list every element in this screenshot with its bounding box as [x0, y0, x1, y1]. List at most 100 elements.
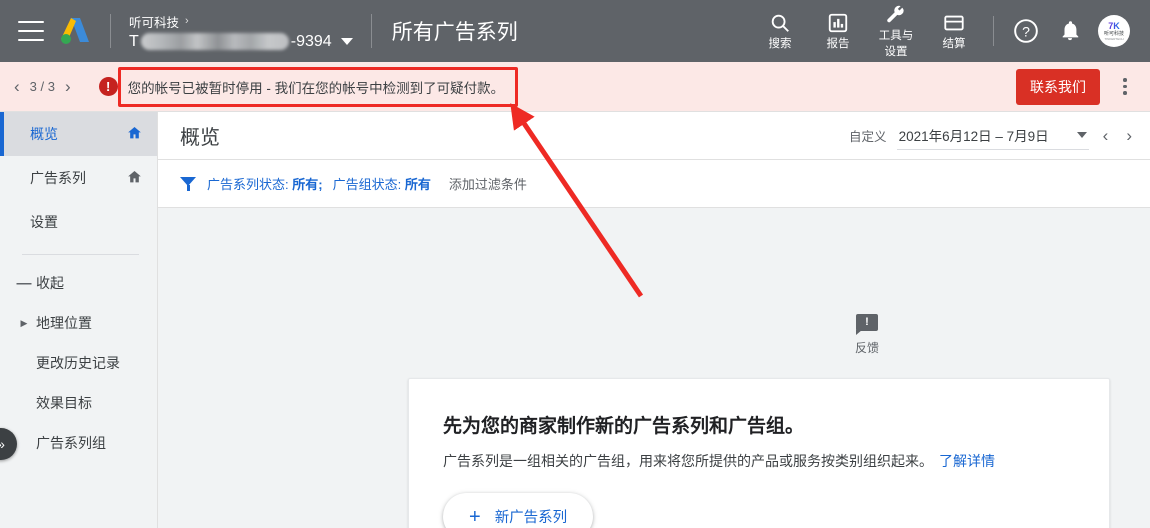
- alert-message-group: ! 您的帐号已被暂时停用 - 我们在您的帐号中检测到了可疑付款。: [89, 73, 515, 101]
- avatar-initials: 7K: [1108, 21, 1120, 31]
- card-description: 广告系列是一组相关的广告组，用来将您所提供的产品或服务按类别组织起来。: [443, 453, 933, 469]
- alert-message: 您的帐号已被暂时停用 - 我们在您的帐号中检测到了可疑付款。: [127, 80, 505, 96]
- divider: [370, 14, 372, 48]
- reports-bar-chart-icon: [827, 11, 849, 35]
- date-next-button[interactable]: ›: [1122, 126, 1136, 146]
- billing-label: 结算: [942, 38, 966, 50]
- date-range-text: 2021年6月12日 – 7月9日: [898, 129, 1049, 144]
- sidebar-item-locations[interactable]: ▶ 地理位置: [0, 303, 157, 343]
- chevron-down-icon[interactable]: [1076, 132, 1087, 138]
- card-description-row: 广告系列是一组相关的广告组，用来将您所提供的产品或服务按类别组织起来。 了解详情: [443, 451, 1075, 471]
- sidebar-item-label: 地理位置: [36, 315, 92, 331]
- empty-state-card: 先为您的商家制作新的广告系列和广告组。 广告系列是一组相关的广告组，用来将您所提…: [408, 378, 1110, 528]
- top-app-bar: 听可科技 › T -9394 所有广告系列 搜索 报告 工具与 设置 结算 ? …: [0, 0, 1150, 62]
- svg-text:?: ?: [1022, 23, 1030, 39]
- redacted-account-id: [140, 33, 289, 50]
- sidebar-item-label: 广告系列组: [36, 435, 106, 451]
- sidebar-item-campaigns[interactable]: 广告系列: [0, 156, 157, 200]
- left-nav-sidebar: 概览 广告系列 设置 — 收起 ▶ 地理位置 更改历史记录 效果目标 广告系列组: [0, 112, 158, 528]
- avatar-sub2: TINKERTECH: [1104, 37, 1124, 41]
- error-exclamation-icon: !: [98, 77, 118, 96]
- sidebar-item-label: 设置: [30, 214, 58, 230]
- filter-adgroup-status[interactable]: 广告组状态: 所有: [333, 174, 431, 193]
- chevron-right-icon: ›: [185, 15, 189, 27]
- feedback-icon: !: [856, 314, 878, 335]
- filter-bar: 广告系列状态: 所有; 广告组状态: 所有 添加过滤条件: [158, 160, 1150, 208]
- plus-icon: +: [469, 505, 481, 528]
- alert-next-button[interactable]: ›: [65, 78, 71, 95]
- notifications-button[interactable]: [1048, 0, 1092, 62]
- date-range-value[interactable]: 2021年6月12日 – 7月9日: [896, 121, 1089, 150]
- search-button[interactable]: 搜索: [751, 0, 809, 62]
- minus-icon: —: [16, 274, 32, 292]
- search-icon: [769, 11, 791, 35]
- google-ads-logo: [58, 15, 92, 47]
- alert-pager: ‹ 3 / 3 ›: [14, 78, 71, 95]
- new-campaign-button[interactable]: + 新广告系列: [443, 493, 594, 528]
- sidebar-item-label: 更改历史记录: [36, 355, 120, 371]
- filter-key: 广告系列状态:: [207, 177, 289, 192]
- filter-funnel-icon[interactable]: [180, 176, 197, 191]
- sidebar-item-performance-targets[interactable]: 效果目标: [0, 383, 157, 423]
- help-button[interactable]: ?: [1004, 0, 1048, 62]
- sidebar-item-change-history[interactable]: 更改历史记录: [0, 343, 157, 383]
- sidebar-item-collapse[interactable]: — 收起: [0, 263, 157, 303]
- avatar: 7K 听可科技 TINKERTECH: [1098, 15, 1130, 47]
- sidebar-item-label: 效果目标: [36, 395, 92, 411]
- manager-account-row[interactable]: 听可科技 ›: [129, 12, 353, 31]
- sidebar-divider: [22, 254, 139, 255]
- feedback-label: 反馈: [855, 341, 880, 355]
- sidebar-item-label: 广告系列: [30, 170, 86, 186]
- home-icon[interactable]: [126, 169, 143, 188]
- main-content: 概览 自定义 2021年6月12日 – 7月9日 ‹ › 广告系列状态: 所有;…: [158, 112, 1150, 528]
- content-canvas: ! 反馈 先为您的商家制作新的广告系列和广告组。 广告系列是一组相关的广告组，用…: [158, 208, 1150, 528]
- hamburger-menu-icon[interactable]: [18, 21, 44, 41]
- new-campaign-label: 新广告系列: [494, 510, 568, 526]
- google-ads-app: 听可科技 › T -9394 所有广告系列 搜索 报告 工具与 设置 结算 ? …: [0, 0, 1150, 528]
- divider: [993, 16, 994, 46]
- account-id-prefix: T: [129, 32, 139, 50]
- top-bar-actions: 搜索 报告 工具与 设置 结算 ? 7K 听可科技 TINKERTECH: [751, 0, 1150, 62]
- card-heading: 先为您的商家制作新的广告系列和广告组。: [443, 416, 805, 437]
- wrench-tools-icon: [885, 3, 907, 27]
- home-icon[interactable]: [126, 125, 143, 144]
- feedback-button[interactable]: ! 反馈: [855, 314, 879, 356]
- filter-value: 所有: [404, 177, 431, 192]
- add-filter-button[interactable]: 添加过滤条件: [449, 174, 527, 193]
- account-id-suffix: -9394: [290, 32, 332, 50]
- billing-card-icon: [942, 11, 966, 35]
- sidebar-item-label: 概览: [30, 126, 58, 142]
- account-id-row[interactable]: T -9394: [129, 33, 353, 51]
- sidebar-item-label: 收起: [36, 275, 64, 291]
- alert-pager-count: 3 / 3: [29, 79, 55, 94]
- contact-us-button[interactable]: 联系我们: [1016, 68, 1100, 105]
- chevron-down-icon[interactable]: [340, 38, 353, 45]
- triangle-right-icon[interactable]: ▶: [14, 318, 34, 329]
- page-title: 所有广告系列: [391, 21, 518, 44]
- reports-button[interactable]: 报告: [809, 0, 867, 62]
- date-range-label: 自定义: [849, 130, 887, 144]
- sidebar-item-campaign-groups[interactable]: 广告系列组: [0, 423, 157, 463]
- filter-key: 广告组状态:: [332, 177, 402, 192]
- alert-prev-button[interactable]: ‹: [14, 78, 20, 95]
- account-avatar-button[interactable]: 7K 听可科技 TINKERTECH: [1092, 0, 1136, 62]
- tools-settings-button[interactable]: 工具与 设置: [867, 0, 925, 62]
- date-range-selector[interactable]: 自定义 2021年6月12日 – 7月9日 ‹ ›: [849, 121, 1136, 150]
- search-label: 搜索: [768, 38, 792, 50]
- sidebar-item-overview[interactable]: 概览: [0, 112, 157, 156]
- account-selector[interactable]: 听可科技 › T -9394: [129, 12, 353, 51]
- bell-icon: [1062, 21, 1079, 41]
- filter-campaign-status[interactable]: 广告系列状态: 所有;: [207, 174, 323, 193]
- account-alert-bar: ‹ 3 / 3 › ! 您的帐号已被暂时停用 - 我们在您的帐号中检测到了可疑付…: [0, 62, 1150, 112]
- date-prev-button[interactable]: ‹: [1099, 126, 1113, 146]
- more-vertical-icon[interactable]: [1108, 70, 1142, 104]
- sidebar-item-settings[interactable]: 设置: [0, 200, 157, 244]
- divider: [110, 14, 111, 48]
- reports-label: 报告: [826, 38, 850, 50]
- content-title: 概览: [180, 127, 220, 149]
- help-question-icon: ?: [1014, 19, 1038, 43]
- filter-value: 所有;: [292, 177, 323, 192]
- learn-more-link[interactable]: 了解详情: [939, 453, 995, 469]
- billing-button[interactable]: 结算: [925, 0, 983, 62]
- manager-account-name: 听可科技: [129, 15, 180, 30]
